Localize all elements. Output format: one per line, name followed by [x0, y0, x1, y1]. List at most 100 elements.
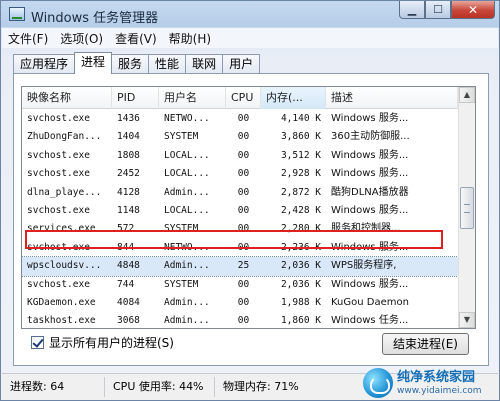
cell-pid: 1808 [117, 149, 140, 161]
window-title: Windows 任务管理器 [31, 11, 159, 26]
table-row[interactable]: services.exe 572 SYSTEM 00 2,280 K 服务和控制器... [22, 220, 458, 238]
process-list-body: svchost.exe 1436 NETWO... 00 4,140 K Windows … [22, 110, 458, 328]
cell-pid: 3068 [117, 315, 140, 327]
cell-description: Windows 服务... [331, 278, 409, 290]
scroll-up-arrow-icon[interactable]: ▲ [459, 87, 475, 103]
column-pid[interactable]: PID [112, 87, 159, 109]
cell-description: Windows 服务... [331, 149, 409, 161]
cell-cpu: 00 [237, 296, 250, 308]
cell-user-name: Admin... [164, 315, 210, 327]
cell-description: Windows 服务... [331, 204, 409, 216]
table-row[interactable]: KGDaemon.exe 4084 Admin... 00 1,988 K KuGou D… [22, 294, 458, 312]
cell-memory: 2,236 K [280, 241, 321, 253]
cell-pid: 4848 [117, 260, 140, 272]
cell-image-name: svchost.exe [27, 113, 90, 124]
table-row[interactable]: svchost.exe 2452 LOCAL... 00 2,928 K Windows … [22, 165, 458, 183]
show-all-users-option[interactable]: 显示所有用户的进程(S) [31, 334, 174, 351]
cell-memory: 3,860 K [280, 131, 321, 143]
cell-description: 360主动防御服... [331, 131, 410, 143]
process-list-header: 映像名称 PID 用户名 CPU 内存(... 描述 [22, 87, 458, 109]
status-process-count: 进程数: 64 [2, 377, 105, 397]
cell-cpu: 25 [237, 260, 250, 272]
column-user-name[interactable]: 用户名 [159, 87, 226, 109]
cell-memory: 1,988 K [280, 296, 321, 308]
watermark-url: www.yidaimei.com [397, 385, 482, 396]
table-row[interactable]: dlna_playe... 4128 Admin... 00 2,872 K 酷狗DLNA… [22, 184, 458, 202]
vertical-scrollbar[interactable]: ▲ ▼ [458, 87, 475, 328]
tab-networking[interactable]: 联网 [185, 54, 224, 74]
cell-pid: 844 [117, 241, 135, 253]
cell-cpu: 00 [237, 131, 250, 143]
scroll-down-arrow-icon[interactable]: ▼ [459, 312, 475, 328]
cell-user-name: Admin... [164, 260, 210, 272]
cell-pid: 4084 [117, 296, 140, 308]
column-cpu[interactable]: CPU [226, 87, 261, 109]
table-row[interactable]: svchost.exe 1436 NETWO... 00 4,140 K Windows … [22, 110, 458, 128]
cell-memory: 4,140 K [280, 113, 321, 124]
cell-memory: 2,428 K [280, 204, 321, 216]
table-row[interactable]: ZhuDongFan... 1404 SYSTEM 00 3,860 K 360主动防御服… [22, 128, 458, 146]
cell-cpu: 00 [237, 204, 250, 216]
cell-image-name: svchost.exe [27, 149, 90, 161]
cell-description: WPS服务程序, [331, 260, 397, 272]
cell-description: KuGou Daemon [331, 296, 409, 308]
task-manager-window: Windows 任务管理器 ▁ ☐ ✕ 文件(F) 选项(O) 查看(V) 帮助… [0, 0, 500, 401]
cell-pid: 2452 [117, 168, 140, 180]
tab-services[interactable]: 服务 [111, 54, 150, 74]
cell-memory: 2,036 K [280, 260, 321, 272]
tab-users[interactable]: 用户 [222, 54, 261, 74]
column-image-name[interactable]: 映像名称 [22, 87, 112, 109]
cell-cpu: 00 [237, 315, 250, 327]
cell-image-name: wpscloudsv... [27, 260, 102, 272]
cell-memory: 3,512 K [280, 149, 321, 161]
cell-pid: 4128 [117, 186, 140, 198]
tab-processes[interactable]: 进程 [74, 52, 113, 74]
cell-memory: 1,860 K [280, 315, 321, 327]
table-row-selected[interactable]: wpscloudsv... 4848 Admin... 25 2,036 K WPS服务程… [22, 256, 458, 277]
table-row[interactable]: svchost.exe 1808 LOCAL... 00 3,512 K Windows … [22, 147, 458, 165]
cell-user-name: SYSTEM [164, 131, 199, 143]
cell-user-name: SYSTEM [164, 223, 199, 235]
watermark-title: 纯净系统家园 [397, 369, 476, 385]
table-row[interactable]: taskhost.exe 3068 Admin... 00 1,860 K Windows… [22, 312, 458, 328]
cell-description: Windows 任务... [331, 315, 409, 327]
close-button[interactable]: ✕ [451, 1, 495, 19]
cell-image-name: svchost.exe [27, 241, 90, 253]
cell-user-name: NETWO... [164, 241, 210, 253]
tab-performance[interactable]: 性能 [148, 54, 187, 74]
cell-pid: 1148 [117, 204, 140, 216]
maximize-button[interactable]: ☐ [425, 1, 451, 19]
cell-image-name: dlna_playe... [27, 186, 102, 198]
end-process-button[interactable]: 结束进程(E) [382, 333, 469, 355]
cell-cpu: 00 [237, 149, 250, 161]
menu-view[interactable]: 查看(V) [115, 30, 157, 47]
minimize-button[interactable]: ▁ [399, 1, 425, 19]
cell-memory: 2,928 K [280, 168, 321, 180]
process-list[interactable]: 映像名称 PID 用户名 CPU 内存(... 描述 svchost.exe 14… [21, 86, 476, 329]
tab-strip: 应用程序 进程 服务 性能 联网 用户 [13, 52, 261, 74]
table-row[interactable]: svchost.exe 744 SYSTEM 00 2,036 K Windows 服务.… [22, 276, 458, 294]
menu-help[interactable]: 帮助(H) [169, 30, 211, 47]
menu-bar: 文件(F) 选项(O) 查看(V) 帮助(H) [2, 28, 498, 48]
table-row[interactable]: svchost.exe 1148 LOCAL... 00 2,428 K Windows … [22, 202, 458, 220]
show-all-users-checkbox[interactable] [31, 336, 44, 349]
column-memory[interactable]: 内存(... [261, 87, 326, 109]
cell-pid: 572 [117, 223, 135, 235]
menu-options[interactable]: 选项(O) [60, 30, 103, 47]
scroll-thumb[interactable] [460, 187, 474, 229]
menu-file[interactable]: 文件(F) [8, 30, 48, 47]
status-physical-memory: 物理内存: 71% [223, 380, 299, 393]
cell-description: Windows 服务... [331, 241, 409, 253]
cell-image-name: services.exe [27, 223, 96, 235]
column-description[interactable]: 描述 [326, 87, 458, 109]
cell-pid: 1436 [117, 113, 140, 124]
cell-image-name: taskhost.exe [27, 315, 96, 327]
cell-image-name: ZhuDongFan... [27, 131, 102, 143]
cell-user-name: LOCAL... [164, 168, 210, 180]
table-row[interactable]: svchost.exe 844 NETWO... 00 2,236 K Windows 服… [22, 239, 458, 257]
cell-pid: 744 [117, 278, 135, 290]
tab-applications[interactable]: 应用程序 [13, 54, 76, 74]
cell-cpu: 00 [237, 113, 250, 124]
cell-description: 酷狗DLNA播放器 [331, 186, 409, 198]
cell-image-name: KGDaemon.exe [27, 296, 96, 308]
